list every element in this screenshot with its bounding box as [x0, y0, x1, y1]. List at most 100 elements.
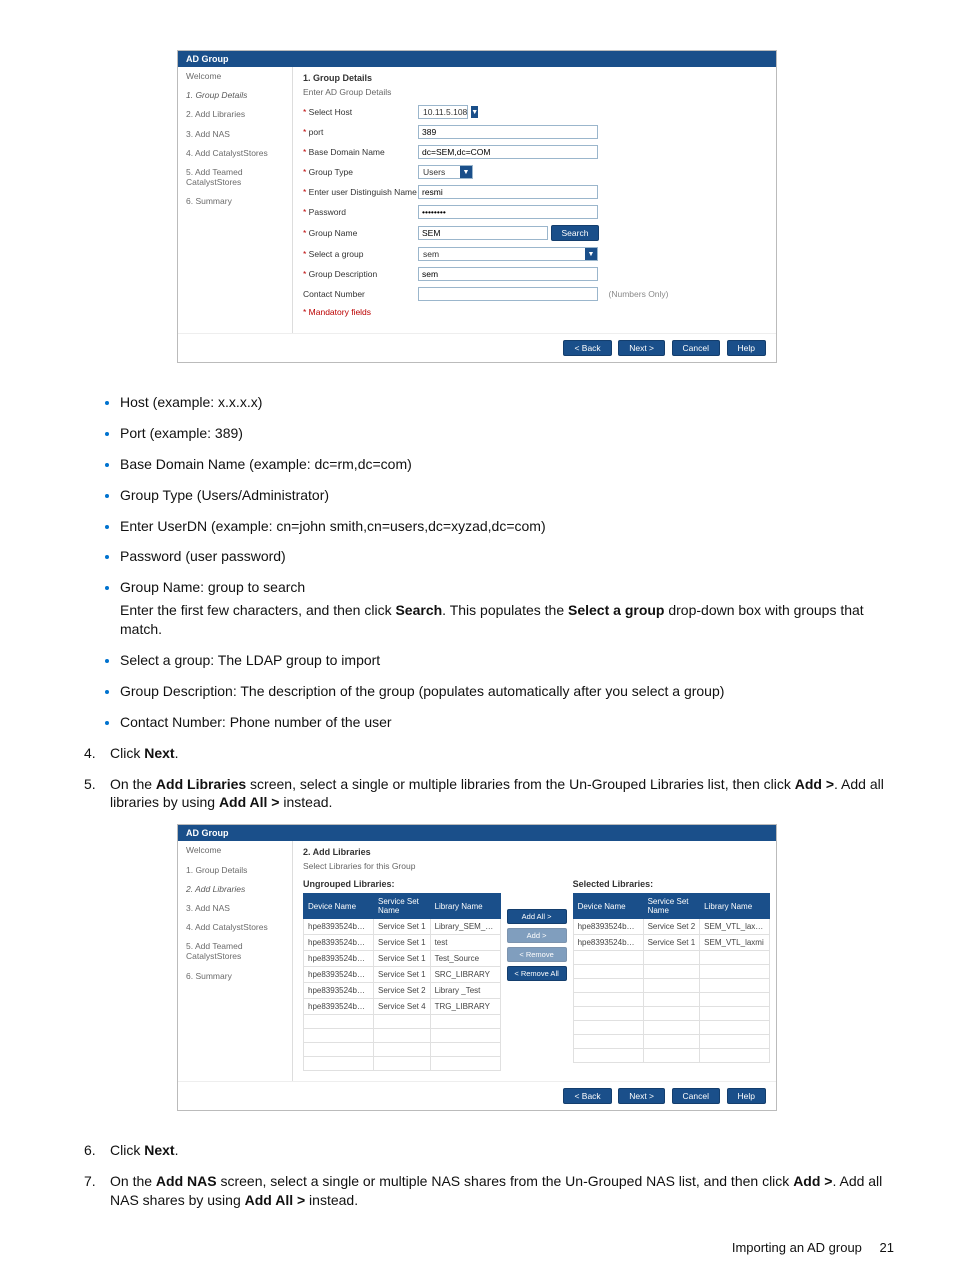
select-group-dropdown[interactable]: sem ▼	[418, 247, 598, 261]
row-contact: Contact Number (Numbers Only)	[303, 287, 766, 301]
password-input[interactable]	[418, 205, 598, 219]
back-button[interactable]: < Back	[563, 1088, 611, 1104]
list-item: Group Description: The description of th…	[120, 682, 894, 701]
table-row[interactable]: hpe8393524b1daService Set 1Test_Source	[304, 951, 501, 967]
list-item: Enter UserDN (example: cn=john smith,cn=…	[120, 517, 894, 536]
selected-title: Selected Libraries:	[573, 879, 771, 889]
add-all-button[interactable]: Add All >	[507, 909, 567, 924]
add-button[interactable]: Add >	[507, 928, 567, 943]
host-select[interactable]: 10.11.5.108 ▼	[418, 105, 468, 119]
next-button[interactable]: Next >	[618, 1088, 665, 1104]
label-host-text: Select Host	[309, 107, 352, 117]
col-service[interactable]: Service Set Name	[643, 894, 700, 919]
label-port-text: port	[309, 127, 324, 137]
sidebar-add-teamed-catalyst[interactable]: 5. Add Teamed CatalystStores	[178, 163, 292, 192]
remove-all-button[interactable]: < Remove All	[507, 966, 567, 981]
user-dn-input[interactable]	[418, 185, 598, 199]
table-row[interactable]: hpe8393524b1daService Set 1SEM_VTL_laxmi	[573, 935, 770, 951]
col-device[interactable]: Device Name	[304, 894, 374, 919]
label-port: * port	[303, 127, 418, 137]
next-button[interactable]: Next >	[618, 340, 665, 356]
label-user-dn: * Enter user Distinguish Name	[303, 187, 418, 197]
bullet-list: Host (example: x.x.x.x) Port (example: 3…	[60, 393, 894, 732]
sidebar-add-nas[interactable]: 3. Add NAS	[178, 125, 292, 144]
wizard1-body: Welcome 1. Group Details 2. Add Librarie…	[178, 67, 776, 333]
search-button[interactable]: Search	[551, 225, 600, 241]
group-type-select[interactable]: Users ▼	[418, 165, 473, 179]
txt: Enter the first few characters, and then…	[120, 602, 395, 618]
row-select-group: * Select a group sem ▼	[303, 247, 766, 261]
base-domain-input[interactable]	[418, 145, 598, 159]
back-button[interactable]: < Back	[563, 340, 611, 356]
step-4: 4. Click Next.	[84, 744, 894, 763]
txt: screen, select a single or multiple libr…	[246, 776, 795, 792]
table-row[interactable]: hpe8393524b1daService Set 4TRG_LIBRARY	[304, 999, 501, 1015]
txt: .	[175, 745, 179, 761]
label-group-name: * Group Name	[303, 228, 418, 238]
transfer-buttons: Add All > Add > < Remove < Remove All	[507, 909, 567, 1071]
port-input[interactable]	[418, 125, 598, 139]
label-group-name-text: Group Name	[309, 228, 358, 238]
label-select-group: * Select a group	[303, 249, 418, 259]
sidebar-add-libraries[interactable]: 2. Add Libraries	[178, 880, 292, 899]
sidebar-summary[interactable]: 6. Summary	[178, 967, 292, 986]
wizard2-title: 2. Add Libraries	[303, 847, 770, 857]
txt-bold: Add All >	[245, 1192, 306, 1208]
ungrouped-title: Ungrouped Libraries:	[303, 879, 501, 889]
help-button[interactable]: Help	[727, 340, 766, 356]
txt-bold: Add >	[795, 776, 834, 792]
row-mandatory: * Mandatory fields	[303, 307, 766, 317]
txt: .	[175, 1142, 179, 1158]
sidebar-add-libraries[interactable]: 2. Add Libraries	[178, 105, 292, 124]
wizard2-header: AD Group	[178, 825, 776, 841]
table-row[interactable]: hpe8393524b1daService Set 2Library _Test	[304, 983, 501, 999]
sidebar-summary[interactable]: 6. Summary	[178, 192, 292, 211]
row-group-name: * Group Name Search	[303, 225, 766, 241]
txt: screen, select a single or multiple NAS …	[217, 1173, 794, 1189]
table-row[interactable]: hpe8393524b1daService Set 1test	[304, 935, 501, 951]
wizard2-subtitle: Select Libraries for this Group	[303, 861, 770, 871]
group-name-input[interactable]	[418, 226, 548, 240]
help-button[interactable]: Help	[727, 1088, 766, 1104]
contact-input[interactable]	[418, 287, 598, 301]
sidebar-add-nas[interactable]: 3. Add NAS	[178, 899, 292, 918]
col-service[interactable]: Service Set Name	[374, 894, 431, 919]
sidebar-welcome[interactable]: Welcome	[178, 67, 292, 86]
group-name-bullet: Group Name: group to search	[120, 579, 305, 595]
cancel-button[interactable]: Cancel	[672, 1088, 720, 1104]
selected-panel: Selected Libraries: Device Name Service …	[573, 879, 771, 1071]
table-row[interactable]: hpe8393524b1daService Set 2SEM_VTL_laxmi…	[573, 919, 770, 935]
table-row[interactable]: hpe8393524b1daService Set 1Library_SEM_V…	[304, 919, 501, 935]
sidebar-group-details[interactable]: 1. Group Details	[178, 861, 292, 880]
ungrouped-table: Device Name Service Set Name Library Nam…	[303, 893, 501, 1071]
label-password-text: Password	[309, 207, 346, 217]
sidebar-add-catalyst[interactable]: 4. Add CatalystStores	[178, 144, 292, 163]
col-library[interactable]: Library Name	[430, 894, 500, 919]
wizard2-body: Welcome 1. Group Details 2. Add Librarie…	[178, 841, 776, 1081]
remove-button[interactable]: < Remove	[507, 947, 567, 962]
sidebar-add-catalyst[interactable]: 4. Add CatalystStores	[178, 918, 292, 937]
group-desc-input[interactable]	[418, 267, 598, 281]
selected-table: Device Name Service Set Name Library Nam…	[573, 893, 771, 1063]
label-user-dn-text: Enter user Distinguish Name	[309, 187, 417, 197]
row-user-dn: * Enter user Distinguish Name	[303, 185, 766, 199]
sidebar-welcome[interactable]: Welcome	[178, 841, 292, 860]
col-device[interactable]: Device Name	[573, 894, 643, 919]
table-row[interactable]: hpe8393524b1daService Set 1SRC_LIBRARY	[304, 967, 501, 983]
txt-bold: Select a group	[568, 602, 664, 618]
sidebar-add-teamed-catalyst[interactable]: 5. Add Teamed CatalystStores	[178, 937, 292, 966]
label-group-desc: * Group Description	[303, 269, 418, 279]
select-group-value: sem	[419, 249, 443, 259]
cancel-button[interactable]: Cancel	[672, 340, 720, 356]
txt-bold: Next	[144, 745, 174, 761]
col-library[interactable]: Library Name	[700, 894, 770, 919]
txt-bold: Search	[395, 602, 442, 618]
step-5: 5. On the Add Libraries screen, select a…	[84, 775, 894, 813]
txt: instead.	[305, 1192, 358, 1208]
label-group-desc-text: Group Description	[309, 269, 378, 279]
wizard-group-details: AD Group Welcome 1. Group Details 2. Add…	[177, 50, 777, 363]
wizard1-sidebar: Welcome 1. Group Details 2. Add Librarie…	[178, 67, 293, 333]
sidebar-group-details[interactable]: 1. Group Details	[178, 86, 292, 105]
row-group-desc: * Group Description	[303, 267, 766, 281]
txt: . This populates the	[442, 602, 568, 618]
